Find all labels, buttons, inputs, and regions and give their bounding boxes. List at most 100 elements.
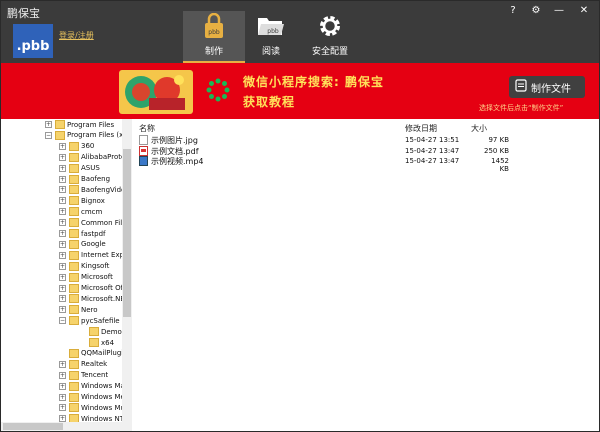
tree-item-label: Tencent <box>81 371 109 380</box>
tree-item[interactable]: + Tencent <box>59 370 108 381</box>
help-button[interactable]: ? <box>505 4 521 18</box>
tab-security-config[interactable]: 安全配置 <box>299 11 361 63</box>
tree-item-label: Demo <box>101 327 122 336</box>
expand-icon[interactable]: + <box>59 251 66 259</box>
tree-item[interactable]: + Nero <box>59 304 98 315</box>
make-file-button[interactable]: 制作文件 <box>509 76 585 98</box>
expand-icon[interactable]: + <box>59 404 66 412</box>
expand-icon[interactable]: + <box>59 273 66 281</box>
tab-make-label: 制作 <box>204 47 223 57</box>
file-size: 97 KB <box>488 136 509 144</box>
file-list: 名称 修改日期 大小 示例图片.jpg 15-04-27 13:51 97 KB 示例… <box>133 119 599 431</box>
tree-item-label: cmcm <box>81 207 103 216</box>
tree-item[interactable]: + Kingsoft <box>59 261 109 272</box>
app-window: 鹏保宝 .pbb 登录/注册 pbb 制作 pbb 阅读 安全配置 ? ⚙ — … <box>0 0 600 432</box>
file-icon <box>515 79 527 95</box>
tree-item[interactable]: + Common Files <box>59 217 130 228</box>
file-size: 250 KB <box>484 146 509 155</box>
file-name: 示例视频.mp4 <box>151 157 204 167</box>
tree-item[interactable]: + Google <box>59 239 106 250</box>
expand-icon[interactable]: + <box>59 230 66 237</box>
expand-icon[interactable]: + <box>59 393 66 401</box>
expand-icon[interactable]: + <box>59 295 66 303</box>
file-row[interactable]: 示例视频.mp4 15-04-27 13:47 1452 KB <box>137 156 509 173</box>
tree-item[interactable]: + Program Files <box>45 119 114 130</box>
tree-item[interactable]: + Bignox <box>59 195 105 206</box>
tree-item[interactable]: + ASUS <box>59 163 100 174</box>
tree-item[interactable]: + Baofeng <box>59 174 110 185</box>
expand-icon[interactable]: + <box>45 121 52 128</box>
file-row[interactable]: 示例图片.jpg 15-04-27 13:51 97 KB <box>137 135 509 145</box>
file-date: 15-04-27 13:51 <box>405 136 460 144</box>
tree-item[interactable]: QQMailPlugin <box>59 348 128 359</box>
folder-icon <box>69 381 79 391</box>
folder-icon <box>69 207 79 217</box>
gear-icon <box>299 11 361 41</box>
column-header-name[interactable]: 名称 <box>139 123 155 134</box>
tree-item[interactable]: +360 <box>59 141 94 152</box>
expand-icon[interactable]: + <box>59 208 66 216</box>
expand-icon[interactable]: + <box>59 360 66 368</box>
svg-text:pbb: pbb <box>267 28 279 35</box>
tree-item[interactable]: + Microsoft.NET <box>59 293 129 304</box>
tree-item-label: Kingsoft <box>81 262 110 271</box>
tab-make[interactable]: pbb 制作 <box>183 11 245 63</box>
collapse-icon[interactable]: − <box>45 131 52 139</box>
tree-item[interactable]: + Microsoft <box>59 272 113 283</box>
folder-icon <box>69 185 79 195</box>
tree-item[interactable]: + AlibabaProtect <box>59 152 131 163</box>
tree-vertical-scrollbar[interactable] <box>122 119 132 431</box>
tree-item[interactable]: − Program Files (x86) <box>45 130 131 141</box>
expand-icon[interactable]: + <box>59 153 66 161</box>
expand-icon[interactable]: + <box>59 197 66 205</box>
tree-item-label: pycSafefile <box>81 316 120 325</box>
minimize-button[interactable]: — <box>551 4 567 18</box>
settings-button[interactable]: ⚙ <box>528 4 544 18</box>
expand-icon[interactable]: + <box>59 175 66 183</box>
folder-open-icon: pbb <box>240 11 302 41</box>
collapse-icon[interactable]: − <box>59 317 66 325</box>
column-header-size[interactable]: 大小 <box>471 123 487 134</box>
close-button[interactable]: ✕ <box>576 4 592 18</box>
folder-icon <box>69 359 79 369</box>
tree-item[interactable]: + BaofengVideo <box>59 184 130 195</box>
folder-icon <box>69 174 79 184</box>
make-file-label: 制作文件 <box>531 83 571 95</box>
tree-item[interactable]: + fastpdf <box>59 228 106 239</box>
pbb-logo: .pbb <box>13 24 53 58</box>
tree-item[interactable]: + Realtek <box>59 359 107 370</box>
expand-icon[interactable]: + <box>59 186 66 194</box>
mini-program-icon <box>203 75 233 105</box>
scrollbar-thumb[interactable] <box>123 149 131 317</box>
expand-icon[interactable]: + <box>59 164 66 172</box>
expand-icon[interactable]: + <box>59 382 66 390</box>
tree-item[interactable]: − pycSafefile <box>59 315 120 326</box>
folder-icon <box>69 403 79 413</box>
expand-icon[interactable]: + <box>59 240 66 248</box>
expand-icon[interactable]: + <box>59 284 66 292</box>
file-size: 1452 KB <box>491 157 509 174</box>
tree-item[interactable]: + Windows Mail <box>59 381 129 392</box>
tab-read[interactable]: pbb 阅读 <box>240 11 302 63</box>
expand-icon[interactable]: + <box>59 306 66 314</box>
tab-security-label: 安全配置 <box>311 47 348 57</box>
expand-icon[interactable]: + <box>59 142 66 150</box>
column-header-date[interactable]: 修改日期 <box>405 123 437 134</box>
expand-icon[interactable]: + <box>59 219 66 227</box>
file-date: 15-04-27 13:47 <box>405 157 460 166</box>
folder-tree[interactable]: + Program Files − Program Files (x86) +360 + A… <box>1 119 132 431</box>
tree-horizontal-scrollbar[interactable] <box>1 422 122 431</box>
file-row[interactable]: 示例文档.pdf 15-04-27 13:47 250 KB <box>137 145 509 156</box>
folder-icon <box>55 130 65 140</box>
folder-icon <box>55 120 65 129</box>
tab-read-label: 阅读 <box>261 47 280 57</box>
scrollbar-thumb[interactable] <box>3 423 63 430</box>
folder-icon <box>69 283 79 293</box>
expand-icon[interactable]: + <box>59 262 66 270</box>
expand-icon[interactable]: + <box>59 371 66 379</box>
tree-item[interactable]: + cmcm <box>59 206 102 217</box>
tree-item[interactable]: x64 <box>79 337 114 348</box>
tree-item[interactable]: Demo <box>79 326 122 337</box>
login-register-link[interactable]: 登录/注册 <box>59 30 94 41</box>
file-name: 示例图片.jpg <box>151 136 198 145</box>
